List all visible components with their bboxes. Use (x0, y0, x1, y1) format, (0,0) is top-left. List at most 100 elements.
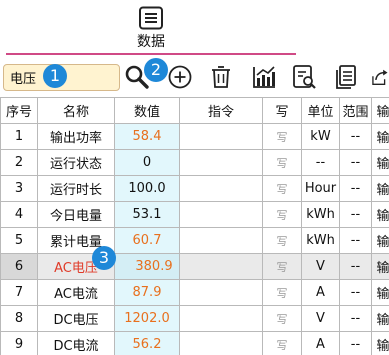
row-extra: 输 (371, 123, 389, 150)
row-command[interactable] (179, 253, 263, 280)
row-index: 3 (0, 175, 38, 202)
column-header-range[interactable]: 范围 (339, 97, 372, 124)
row-write[interactable]: 写 (262, 279, 302, 306)
row-range: -- (339, 201, 372, 228)
data-grid: 序号 名称 数值 指令 写 单位 范围 输 1 输出功率 58.4 写 kW -… (0, 97, 389, 355)
column-header-index[interactable]: 序号 (0, 97, 38, 124)
menu-icon (139, 6, 163, 30)
row-command[interactable] (179, 279, 263, 306)
table-row[interactable]: 9 DC电流 56.2 写 A -- 输 (0, 331, 389, 355)
column-header-extra[interactable]: 输 (371, 97, 389, 124)
row-command[interactable] (179, 331, 263, 355)
row-index: 5 (0, 227, 38, 254)
row-value[interactable]: 380.9 (114, 253, 180, 280)
row-range: -- (339, 149, 372, 176)
delete-icon (212, 66, 230, 88)
row-extra: 输 (371, 201, 389, 228)
table-row[interactable]: 4 今日电量 53.1 写 kWh -- 输 (0, 201, 389, 228)
row-command[interactable] (179, 227, 263, 254)
row-unit: V (301, 253, 340, 280)
row-unit: kWh (301, 227, 340, 254)
row-range: -- (339, 305, 372, 332)
row-write[interactable]: 写 (262, 201, 302, 228)
row-name: 运行时长 (37, 175, 115, 202)
row-value[interactable]: 53.1 (114, 201, 180, 228)
column-header-name[interactable]: 名称 (37, 97, 115, 124)
table-row[interactable]: 7 AC电流 87.9 写 A -- 输 (0, 279, 389, 306)
table-row[interactable]: 3 运行时长 100.0 写 Hour -- 输 (0, 175, 389, 202)
row-value[interactable]: 58.4 (114, 123, 180, 150)
column-header-value[interactable]: 数值 (114, 97, 180, 124)
row-name: 输出功率 (37, 123, 115, 150)
add-button[interactable] (165, 62, 195, 92)
table-row[interactable]: 2 运行状态 0 写 -- -- 输 (0, 149, 389, 176)
row-extra: 输 (371, 253, 389, 280)
document-icon (336, 65, 356, 89)
chart-button[interactable] (249, 62, 279, 92)
row-range: -- (339, 279, 372, 306)
row-extra: 输 (371, 331, 389, 355)
row-unit: V (301, 305, 340, 332)
row-write[interactable]: 写 (262, 175, 302, 202)
row-name: AC电流 (37, 279, 115, 306)
row-write[interactable]: 写 (262, 149, 302, 176)
row-value[interactable]: 60.7 (114, 227, 180, 254)
row-command[interactable] (179, 201, 263, 228)
column-header-unit[interactable]: 单位 (301, 97, 340, 124)
row-value[interactable]: 87.9 (114, 279, 180, 306)
row-range: -- (339, 175, 372, 202)
row-range: -- (339, 227, 372, 254)
chart-icon (253, 66, 275, 88)
row-write[interactable]: 写 (262, 123, 302, 150)
row-write[interactable]: 写 (262, 305, 302, 332)
row-extra: 输 (371, 175, 389, 202)
row-extra: 输 (371, 305, 389, 332)
row-index: 8 (0, 305, 38, 332)
inspect-button[interactable] (289, 62, 319, 92)
add-icon (168, 65, 192, 89)
row-unit: -- (301, 149, 340, 176)
tab-data[interactable]: 数据 (130, 6, 172, 51)
tab-data-label: 数据 (137, 34, 165, 50)
table-row[interactable]: 5 累计电量 60.7 写 kWh -- 输 (0, 227, 389, 254)
row-unit: A (301, 331, 340, 355)
table-row-selected[interactable]: 6 AC电压 380.9 写 V -- 输 (0, 253, 389, 280)
table-header-row: 序号 名称 数值 指令 写 单位 范围 输 (0, 97, 389, 124)
row-command[interactable] (179, 305, 263, 332)
row-command[interactable] (179, 123, 263, 150)
row-write[interactable]: 写 (262, 227, 302, 254)
row-range: -- (339, 253, 372, 280)
inspect-icon (293, 65, 316, 89)
row-range: -- (339, 331, 372, 355)
step-badge-3: 3 (92, 246, 116, 270)
row-index: 2 (0, 149, 38, 176)
document-button[interactable] (331, 62, 361, 92)
row-index: 4 (0, 201, 38, 228)
row-command[interactable] (179, 175, 263, 202)
table-row[interactable]: 1 输出功率 58.4 写 kW -- 输 (0, 123, 389, 150)
row-value[interactable]: 1202.0 (114, 305, 180, 332)
row-value[interactable]: 0 (114, 149, 180, 176)
row-index: 9 (0, 331, 38, 355)
row-value[interactable]: 56.2 (114, 331, 180, 355)
delete-button[interactable] (206, 62, 236, 92)
row-name: 运行状态 (37, 149, 115, 176)
row-name: DC电流 (37, 331, 115, 355)
table-row[interactable]: 8 DC电压 1202.0 写 V -- 输 (0, 305, 389, 332)
column-header-command[interactable]: 指令 (179, 97, 263, 124)
active-tab-underline (6, 53, 296, 55)
row-write[interactable]: 写 (262, 331, 302, 355)
row-command[interactable] (179, 149, 263, 176)
row-value[interactable]: 100.0 (114, 175, 180, 202)
row-index: 6 (0, 253, 38, 280)
row-extra: 输 (371, 149, 389, 176)
step-badge-1: 1 (43, 64, 67, 88)
row-extra: 输 (371, 279, 389, 306)
row-write[interactable]: 写 (262, 253, 302, 280)
row-name: DC电压 (37, 305, 115, 332)
column-header-write[interactable]: 写 (262, 97, 302, 124)
row-unit: kWh (301, 201, 340, 228)
export-button[interactable] (370, 62, 389, 92)
step-badge-2: 2 (144, 58, 168, 82)
row-unit: A (301, 279, 340, 306)
